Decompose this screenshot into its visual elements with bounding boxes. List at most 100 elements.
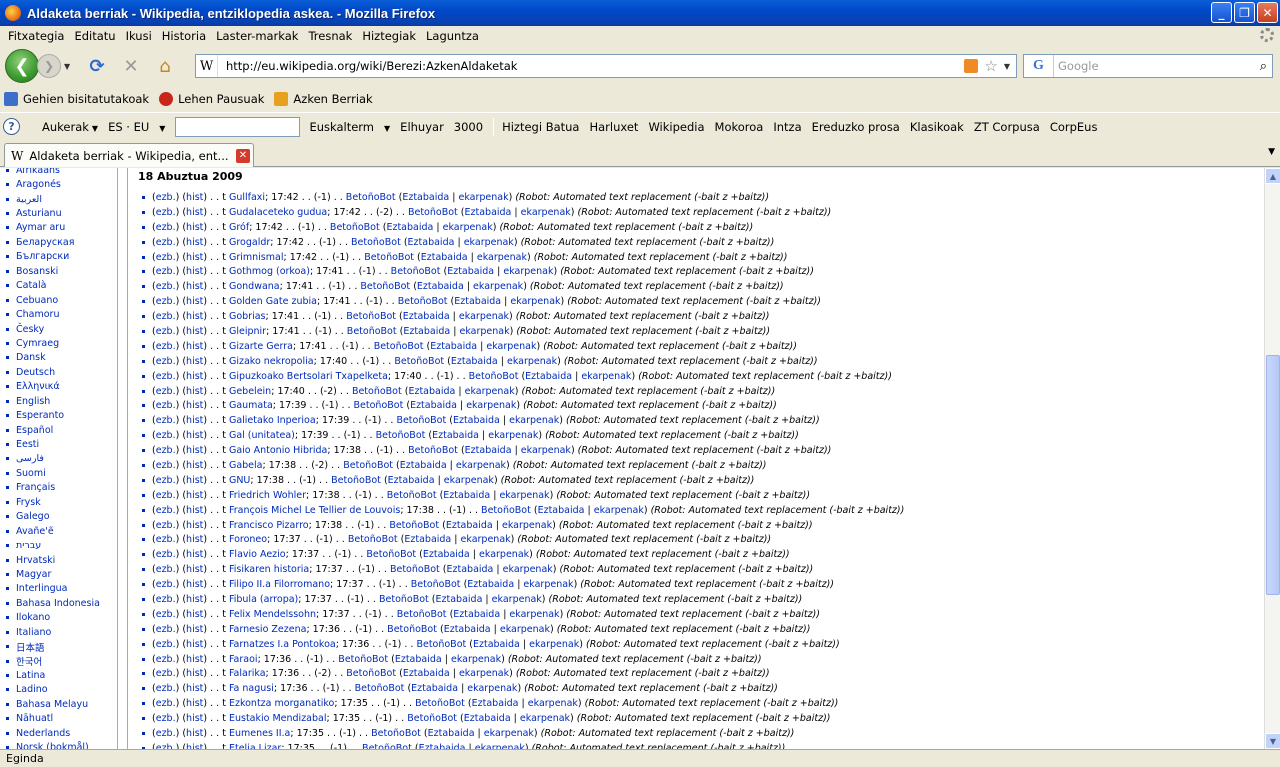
diff-link[interactable]: ezb. [156,713,176,724]
hist-link[interactable]: hist [186,252,203,263]
sidebar-language-link[interactable]: English [6,394,100,408]
user-link[interactable]: BetoñoBot [416,639,466,650]
article-link[interactable]: Gudalaceteko gudua [229,207,327,218]
sidebar-language-link[interactable]: Bahasa Indonesia [6,596,100,610]
user-link[interactable]: BetoñoBot [398,296,448,307]
talk-link[interactable]: Eztabaida [408,237,455,248]
contribs-link[interactable]: ekarpenak [507,356,557,367]
diff-link[interactable]: ezb. [156,728,176,739]
hist-link[interactable]: hist [186,654,203,665]
sidebar-language-link[interactable]: Български [6,250,100,264]
talk-link[interactable]: Eztabaida [388,475,435,486]
hist-link[interactable]: hist [186,668,203,679]
sidebar-language-link[interactable]: Magyar [6,567,100,581]
talk-link[interactable]: Eztabaida [408,386,455,397]
minimize-button[interactable]: _ [1211,2,1232,23]
toolbar-link-elhuyar[interactable]: Elhuyar [400,120,444,134]
sidebar-language-link[interactable]: Nederlands [6,726,100,740]
user-link[interactable]: BetoñoBot [411,579,461,590]
sidebar-language-link[interactable]: Norsk (bokmål) [6,741,100,749]
bookmark-star-icon[interactable]: ☆ [984,57,997,75]
article-link[interactable]: Fisikaren historia [229,564,309,575]
toolbar-link-klasikoak[interactable]: Klasikoak [910,120,964,134]
stop-icon[interactable]: ✕ [118,53,144,79]
user-link[interactable]: BetoñoBot [391,266,441,277]
sidebar-language-link[interactable]: Galego [6,510,100,524]
google-engine-icon[interactable]: G [1024,55,1054,77]
sidebar-language-link[interactable]: Asturianu [6,206,100,220]
toolbar-link-harluxet[interactable]: Harluxet [589,120,638,134]
hist-link[interactable]: hist [186,326,203,337]
user-link[interactable]: BetoñoBot [364,252,414,263]
contribs-link[interactable]: ekarpenak [520,713,570,724]
article-link[interactable]: Fa nagusi [229,683,274,694]
sidebar-language-link[interactable]: Dansk [6,351,100,365]
rss-feed-icon[interactable] [964,59,979,73]
user-link[interactable]: BetoñoBot [355,683,405,694]
user-link[interactable]: BetoñoBot [387,490,437,501]
article-link[interactable]: Gabela [229,460,263,471]
hist-link[interactable]: hist [186,534,203,545]
diff-link[interactable]: ezb. [156,698,176,709]
sidebar-language-link[interactable]: Italiano [6,625,100,639]
contribs-link[interactable]: ekarpenak [502,520,552,531]
article-link[interactable]: Grogaldr [229,237,270,248]
talk-link[interactable]: Eztabaida [403,311,450,322]
talk-link[interactable]: Eztabaida [421,252,468,263]
article-link[interactable]: Farnatzes I.a Pontokoa [229,639,336,650]
user-link[interactable]: BetoñoBot [407,713,457,724]
talk-link[interactable]: Eztabaida [430,341,477,352]
hist-link[interactable]: hist [186,237,203,248]
article-link[interactable]: Gondwana [229,281,280,292]
talk-link[interactable]: Eztabaida [436,594,483,605]
talk-link[interactable]: Eztabaida [525,371,572,382]
sidebar-language-link[interactable]: 한국어 [6,654,100,668]
diff-link[interactable]: ezb. [156,430,176,441]
user-link[interactable]: BetoñoBot [408,207,458,218]
contribs-link[interactable]: ekarpenak [499,490,549,501]
sidebar-language-link[interactable]: Esperanto [6,408,100,422]
user-link[interactable]: BetoñoBot [338,654,388,665]
diff-link[interactable]: ezb. [156,326,176,337]
maximize-button[interactable]: ❐ [1234,2,1255,23]
contribs-link[interactable]: ekarpenak [465,386,515,397]
user-link[interactable]: BetoñoBot [389,520,439,531]
contribs-link[interactable]: ekarpenak [464,237,514,248]
scroll-down-icon[interactable]: ▼ [1265,733,1280,749]
diff-link[interactable]: ezb. [156,549,176,560]
contribs-link[interactable]: ekarpenak [529,639,579,650]
hist-link[interactable]: hist [186,430,203,441]
diff-link[interactable]: ezb. [156,639,176,650]
contribs-link[interactable]: ekarpenak [488,430,538,441]
toolbar-link-ereduzko-prosa[interactable]: Ereduzko prosa [812,120,900,134]
sidebar-language-link[interactable]: فارسی [6,452,100,466]
bookmark-gehien-bisitatutakoak[interactable]: Gehien bisitatutakoak [4,92,149,106]
talk-link[interactable]: Eztabaida [473,639,520,650]
diff-link[interactable]: ezb. [156,386,176,397]
contribs-link[interactable]: ekarpenak [521,207,571,218]
contribs-link[interactable]: ekarpenak [492,594,542,605]
contribs-link[interactable]: ekarpenak [594,505,644,516]
article-link[interactable]: Gizako nekropolia [229,356,314,367]
hist-link[interactable]: hist [186,207,203,218]
sidebar-language-link[interactable]: Español [6,423,100,437]
contribs-link[interactable]: ekarpenak [459,326,509,337]
sidebar-language-link[interactable]: Bosanski [6,264,100,278]
diff-link[interactable]: ezb. [156,222,176,233]
diff-link[interactable]: ezb. [156,445,176,456]
diff-link[interactable]: ezb. [156,654,176,665]
talk-link[interactable]: Eztabaida [417,281,464,292]
contribs-link[interactable]: ekarpenak [444,475,494,486]
language-pair-select[interactable]: ES · EU ▼ [108,120,165,134]
sidebar-language-link[interactable]: עברית [6,538,100,552]
contribs-link[interactable]: ekarpenak [503,564,553,575]
diff-link[interactable]: ezb. [156,534,176,545]
talk-link[interactable]: Eztabaida [453,609,500,620]
article-link[interactable]: Gebelein [229,386,271,397]
talk-link[interactable]: Eztabaida [443,490,490,501]
hist-link[interactable]: hist [186,400,203,411]
hist-link[interactable]: hist [186,192,203,203]
hist-link[interactable]: hist [186,549,203,560]
user-link[interactable]: BetoñoBot [351,237,401,248]
contribs-link[interactable]: ekarpenak [459,668,509,679]
